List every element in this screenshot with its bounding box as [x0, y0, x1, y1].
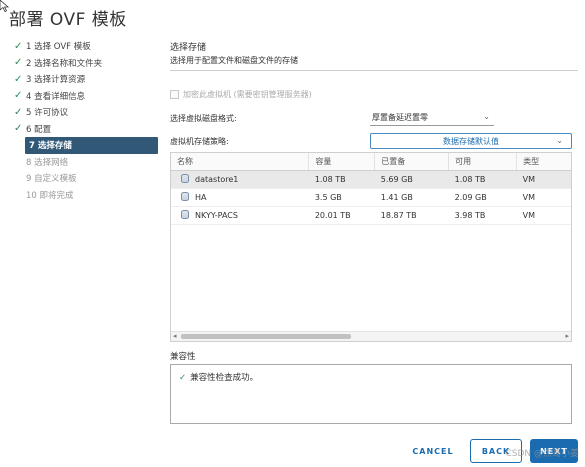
- datastore-capacity: 1.08 TB: [308, 170, 375, 189]
- datastore-type: VM: [516, 170, 571, 189]
- wizard-step[interactable]: ✓ 3 选择计算资源: [10, 71, 158, 88]
- table-row[interactable]: datastore1 1.08 TB 5.69 GB 1.08 TB VM: [171, 170, 571, 189]
- chevron-down-icon: ⌄: [483, 112, 490, 121]
- table-row[interactable]: NKYY-PACS 20.01 TB 18.87 TB 3.98 TB VM: [171, 206, 571, 225]
- wizard-step-label: 9 自定义模板: [26, 174, 77, 185]
- column-header-provisioned[interactable]: 已置备: [374, 153, 450, 171]
- datastore-name: datastore1: [195, 175, 239, 184]
- check-icon: ✓: [14, 57, 23, 69]
- wizard-step-label: 3 选择计算资源: [26, 75, 86, 86]
- datastore-free: 2.09 GB: [448, 188, 517, 207]
- storage-policy-value: 数据存储默认值: [443, 137, 499, 146]
- wizard-step: 9 自定义模板: [10, 170, 158, 187]
- datastore-icon: [181, 192, 189, 201]
- datastore-name: HA: [195, 193, 207, 202]
- datastore-table: 名称 容量 已置备 可用 类型 datastore1 1.08 TB 5.69 …: [170, 152, 572, 342]
- disk-format-select[interactable]: 厚置备延迟置零 ⌄: [370, 110, 494, 126]
- datastore-free: 1.08 TB: [448, 170, 517, 189]
- scroll-right-icon[interactable]: ▸: [565, 332, 569, 340]
- column-header-type[interactable]: 类型: [516, 153, 571, 171]
- disk-format-value: 厚置备延迟置零: [372, 113, 428, 122]
- table-header-row: 名称 容量 已置备 可用 类型: [171, 153, 571, 171]
- encrypt-vm-option: 加密此虚拟机 (需要密钥管理服务器): [170, 89, 312, 100]
- scrollbar-thumb[interactable]: [181, 334, 351, 339]
- wizard-step[interactable]: ✓ 6 配置: [10, 121, 158, 138]
- table-row[interactable]: HA 3.5 GB 1.41 GB 2.09 GB VM: [171, 188, 571, 207]
- datastore-provisioned: 5.69 GB: [374, 170, 449, 189]
- column-header-name[interactable]: 名称: [171, 153, 310, 171]
- datastore-icon: [181, 210, 189, 219]
- wizard-step: 8 选择网络: [10, 154, 158, 171]
- datastore-provisioned: 1.41 GB: [374, 188, 449, 207]
- wizard-title: 部署 OVF 模板: [9, 10, 127, 30]
- wizard-step-label: 10 即将完成: [26, 190, 74, 201]
- datastore-name: NKYY-PACS: [195, 211, 238, 220]
- section-subtitle: 选择用于配置文件和磁盘文件的存储: [170, 56, 298, 65]
- horizontal-scrollbar[interactable]: ◂ ▸: [171, 331, 571, 341]
- wizard-step[interactable]: ✓ 4 查看详细信息: [10, 88, 158, 105]
- cancel-button[interactable]: CANCEL: [404, 439, 462, 463]
- storage-policy-label: 虚拟机存储策略:: [170, 137, 229, 146]
- wizard-step-label: 8 选择网络: [26, 157, 69, 168]
- check-icon: ✓: [14, 106, 23, 118]
- storage-policy-select[interactable]: 数据存储默认值 ⌄: [370, 133, 572, 149]
- wizard-step[interactable]: ✓ 2 选择名称和文件夹: [10, 55, 158, 72]
- datastore-capacity: 20.01 TB: [308, 206, 375, 225]
- datastore-type: VM: [516, 206, 571, 225]
- wizard-step[interactable]: 7 选择存储: [25, 137, 158, 154]
- wizard-step-label: 7 选择存储: [29, 141, 72, 152]
- encrypt-vm-label: 加密此虚拟机 (需要密钥管理服务器): [183, 90, 312, 99]
- divider: [170, 70, 578, 71]
- watermark: CSDN @杰哥小姜: [505, 449, 579, 459]
- datastore-type: VM: [516, 188, 571, 207]
- compatibility-message: 兼容性检查成功。: [190, 373, 259, 383]
- scroll-left-icon[interactable]: ◂: [173, 332, 177, 340]
- check-icon: ✓: [179, 373, 187, 383]
- datastore-provisioned: 18.87 TB: [374, 206, 449, 225]
- wizard-step-label: 5 许可协议: [26, 108, 69, 119]
- section-title: 选择存储: [170, 43, 207, 53]
- chevron-down-icon: ⌄: [556, 136, 563, 145]
- wizard-step-label: 1 选择 OVF 模板: [26, 42, 91, 53]
- wizard-step-label: 2 选择名称和文件夹: [26, 58, 103, 69]
- wizard-step[interactable]: ✓ 5 许可协议: [10, 104, 158, 121]
- compatibility-label: 兼容性: [170, 352, 196, 362]
- wizard-steps: ✓ 1 选择 OVF 模板 ✓ 2 选择名称和文件夹 ✓ 3 选择计算资源 ✓ 4 查看详细信…: [10, 38, 158, 203]
- wizard-step[interactable]: ✓ 1 选择 OVF 模板: [10, 38, 158, 55]
- check-icon: ✓: [14, 73, 23, 85]
- check-icon: ✓: [14, 40, 23, 52]
- column-header-free[interactable]: 可用: [448, 153, 518, 171]
- check-icon: ✓: [14, 123, 23, 135]
- datastore-free: 3.98 TB: [448, 206, 517, 225]
- encrypt-vm-checkbox: [170, 90, 179, 99]
- wizard-step-label: 4 查看详细信息: [26, 91, 86, 102]
- wizard-step: 10 即将完成: [10, 187, 158, 204]
- datastore-icon: [181, 174, 189, 183]
- compatibility-panel: ✓ 兼容性检查成功。: [170, 364, 572, 424]
- column-header-capacity[interactable]: 容量: [308, 153, 376, 171]
- datastore-capacity: 3.5 GB: [308, 188, 375, 207]
- check-icon: ✓: [14, 90, 23, 102]
- wizard-step-label: 6 配置: [26, 124, 52, 135]
- disk-format-label: 选择虚拟磁盘格式:: [170, 114, 237, 123]
